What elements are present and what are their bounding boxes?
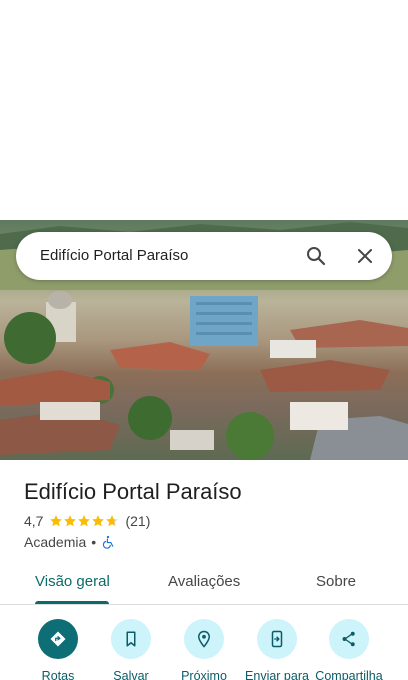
rating-value: 4,7 (24, 513, 44, 529)
tab-reviews[interactable]: Avaliações (168, 573, 240, 590)
directions-button-label: Rotas (41, 669, 75, 680)
action-bar: Rotas Salvar Próximo Enviar para Compart… (0, 605, 408, 680)
share-button[interactable]: Compartilha (309, 619, 389, 680)
save-button-label: Salvar (113, 669, 149, 680)
rating-row[interactable]: 4,7 (21) (24, 513, 150, 529)
star-icon (64, 515, 77, 527)
star-icon (92, 515, 105, 527)
search-icon[interactable] (304, 244, 328, 268)
star-rating (49, 514, 119, 528)
nearby-icon (197, 630, 211, 648)
wheelchair-accessible-icon[interactable] (101, 535, 115, 549)
nearby-button[interactable]: Próximo (164, 619, 244, 680)
send-to-phone-button-label: Enviar para (245, 669, 309, 680)
category-row: Academia • (24, 534, 115, 550)
share-button-circle[interactable] (329, 619, 369, 659)
place-title: Edifício Portal Paraíso (24, 479, 242, 504)
tab-overview[interactable]: Visão geral (35, 573, 110, 590)
bookmark-icon (126, 631, 136, 647)
send-to-phone-icon (271, 630, 283, 648)
review-count[interactable]: (21) (125, 513, 150, 529)
directions-icon (50, 631, 66, 647)
separator-dot: • (91, 534, 97, 550)
map-blank-area (0, 0, 408, 220)
share-icon (342, 631, 355, 647)
nearby-button-circle[interactable] (184, 619, 224, 659)
star-icon (50, 515, 63, 527)
directions-button-circle[interactable] (38, 619, 78, 659)
place-category[interactable]: Academia (24, 534, 86, 550)
close-icon[interactable] (353, 244, 377, 268)
search-query-text[interactable]: Edifício Portal Paraíso (40, 247, 188, 264)
share-button-label: Compartilha (315, 669, 383, 680)
send-to-phone-button[interactable]: Enviar para (237, 619, 317, 680)
star-icon (78, 515, 91, 527)
directions-button[interactable]: Rotas (18, 619, 98, 680)
star-half-icon (106, 515, 119, 527)
send-to-phone-button-circle[interactable] (257, 619, 297, 659)
nearby-button-label: Próximo (181, 669, 227, 680)
search-bar[interactable]: Edifício Portal Paraíso (16, 232, 392, 280)
save-button[interactable]: Salvar (91, 619, 171, 680)
tab-about[interactable]: Sobre (316, 573, 356, 590)
place-tabs: Visão geral Avaliações Sobre (0, 562, 408, 604)
save-button-circle[interactable] (111, 619, 151, 659)
